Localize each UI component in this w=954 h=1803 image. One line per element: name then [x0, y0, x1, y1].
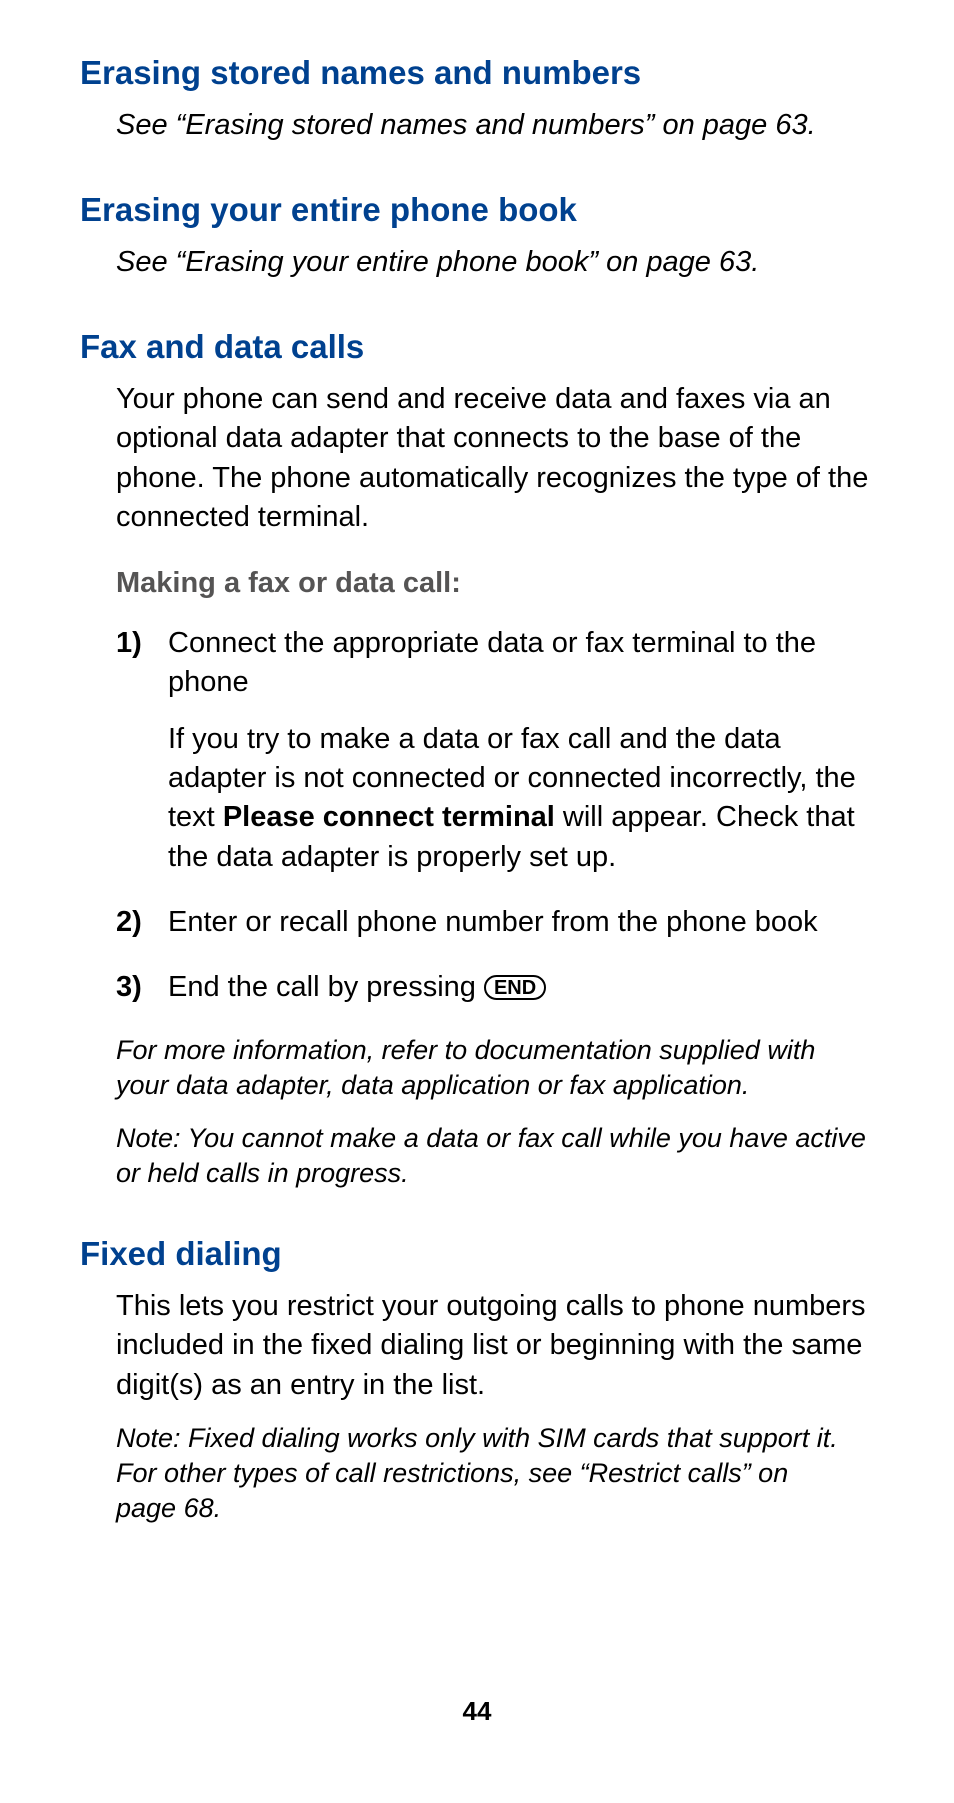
step-3-p1: End the call by pressing END — [168, 968, 874, 1007]
step-1-p1: Connect the appropriate data or fax term… — [168, 624, 874, 702]
step-number: 1) — [116, 624, 142, 663]
steps-list: 1) Connect the appropriate data or fax t… — [116, 624, 874, 1007]
body-fax-data-intro: Your phone can send and receive data and… — [116, 380, 874, 537]
step-1-p2: If you try to make a data or fax call an… — [168, 720, 874, 877]
heading-erase-book: Erasing your entire phone book — [80, 191, 874, 229]
step-number: 3) — [116, 968, 142, 1007]
subheading-making-call: Making a fax or data call: — [116, 567, 874, 600]
body-erase-names: See “Erasing stored names and numbers” o… — [116, 106, 816, 145]
heading-erase-names: Erasing stored names and numbers — [80, 54, 874, 92]
body-erase-book: See “Erasing your entire phone book” on … — [116, 243, 816, 282]
heading-fax-data: Fax and data calls — [80, 328, 874, 366]
note-more-info: For more information, refer to documenta… — [116, 1033, 874, 1103]
manual-page: Erasing stored names and numbers See “Er… — [0, 0, 954, 1803]
heading-fixed-dialing: Fixed dialing — [80, 1235, 874, 1273]
note-active-calls: Note: You cannot make a data or fax call… — [116, 1121, 874, 1191]
step-2: 2) Enter or recall phone number from the… — [116, 903, 874, 942]
body-fixed-dialing: This lets you restrict your outgoing cal… — [116, 1287, 874, 1404]
step-2-p1: Enter or recall phone number from the ph… — [168, 903, 874, 942]
step-1-p2-bold: Please connect terminal — [223, 801, 555, 833]
step-number: 2) — [116, 903, 142, 942]
step-3: 3) End the call by pressing END — [116, 968, 874, 1007]
note-fixed-dialing: Note: Fixed dialing works only with SIM … — [116, 1421, 874, 1526]
step-1: 1) Connect the appropriate data or fax t… — [116, 624, 874, 877]
end-key-icon: END — [484, 975, 546, 1000]
page-number: 44 — [0, 1696, 954, 1727]
step-3-text: End the call by pressing — [168, 971, 484, 1003]
